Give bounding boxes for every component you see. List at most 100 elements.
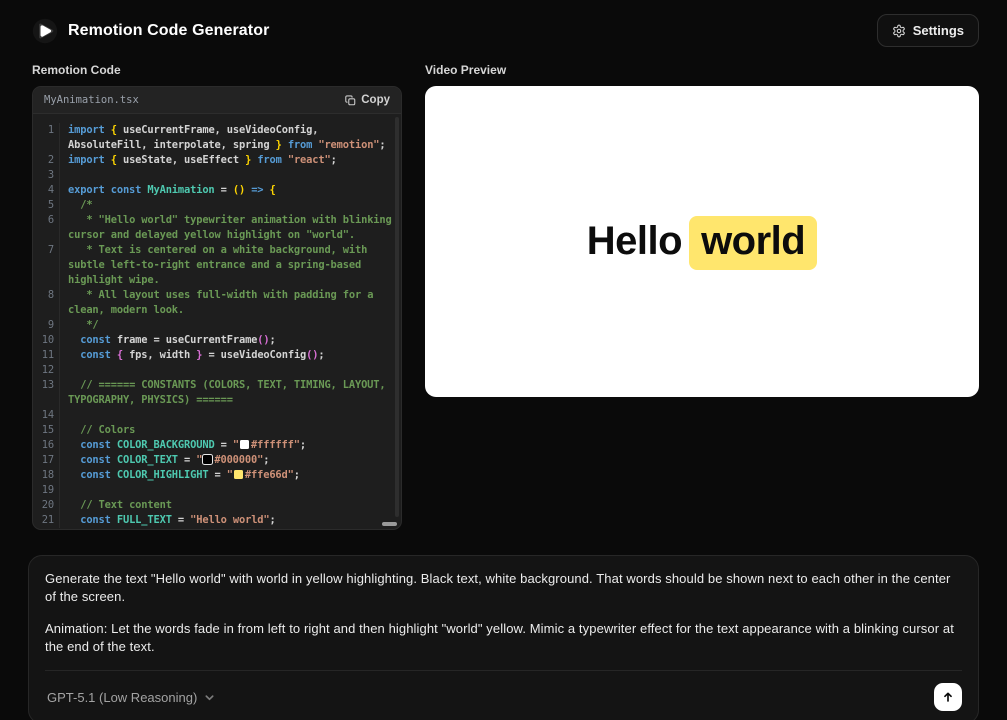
line-content: * "Hello world" typewriter animation wit… — [59, 213, 401, 243]
gear-icon — [892, 24, 906, 38]
code-line: 16 const COLOR_BACKGROUND = "#ffffff"; — [39, 438, 401, 453]
line-number: 6 — [39, 213, 59, 243]
line-number: 18 — [39, 468, 59, 483]
line-content: // Colors — [59, 423, 401, 438]
line-content — [59, 408, 401, 423]
preview-text-plain: Hello — [587, 219, 682, 263]
line-content: const frame = useCurrentFrame(); — [59, 333, 401, 348]
line-content — [59, 168, 401, 183]
line-number: 3 — [39, 168, 59, 183]
code-line: 1import { useCurrentFrame, useVideoConfi… — [39, 123, 401, 153]
line-content: const COLOR_HIGHLIGHT = "#ffe66d"; — [59, 468, 401, 483]
line-content: import { useCurrentFrame, useVideoConfig… — [59, 123, 401, 153]
code-line: 7 * Text is centered on a white backgrou… — [39, 243, 401, 288]
line-number: 21 — [39, 513, 59, 528]
line-number: 14 — [39, 408, 59, 423]
code-line: 4export const MyAnimation = () => { — [39, 183, 401, 198]
preview-text: Helloworld — [587, 219, 817, 264]
line-number: 1 — [39, 123, 59, 153]
brand: Remotion Code Generator — [32, 18, 269, 44]
color-swatch-icon — [203, 455, 212, 464]
line-content: // ====== CONSTANTS (COLORS, TEXT, TIMIN… — [59, 378, 401, 408]
code-column: Remotion Code MyAnimation.tsx Copy 1impo… — [32, 63, 402, 530]
line-number: 8 — [39, 288, 59, 318]
line-number: 7 — [39, 243, 59, 288]
copy-icon — [345, 95, 356, 106]
preview-text-highlighted: world — [689, 216, 817, 270]
model-label: GPT-5.1 (Low Reasoning) — [47, 690, 197, 705]
code-line: 17 const COLOR_TEXT = "#000000"; — [39, 453, 401, 468]
code-line: 19 — [39, 483, 401, 498]
line-content — [59, 363, 401, 378]
settings-label: Settings — [913, 23, 964, 38]
settings-button[interactable]: Settings — [877, 14, 979, 47]
code-line: 14 — [39, 408, 401, 423]
line-number: 2 — [39, 153, 59, 168]
code-line: 11 const { fps, width } = useVideoConfig… — [39, 348, 401, 363]
line-number: 20 — [39, 498, 59, 513]
line-content: const COLOR_BACKGROUND = "#ffffff"; — [59, 438, 401, 453]
line-content: // Text content — [59, 498, 401, 513]
code-line: 5 /* — [39, 198, 401, 213]
line-content: */ — [59, 318, 401, 333]
code-line: 15 // Colors — [39, 423, 401, 438]
code-line: 3 — [39, 168, 401, 183]
line-number: 15 — [39, 423, 59, 438]
line-content: * Text is centered on a white background… — [59, 243, 401, 288]
copy-button[interactable]: Copy — [345, 94, 390, 106]
prompt-composer: Generate the text "Hello world" with wor… — [28, 555, 979, 720]
line-number: 17 — [39, 453, 59, 468]
line-number: 11 — [39, 348, 59, 363]
code-line: 9 */ — [39, 318, 401, 333]
horizontal-scrollbar[interactable] — [382, 522, 397, 526]
app-header: Remotion Code Generator Settings — [0, 0, 1007, 57]
code-line: 20 // Text content — [39, 498, 401, 513]
editor-tab-bar: MyAnimation.tsx Copy — [33, 87, 401, 114]
main-content: Remotion Code MyAnimation.tsx Copy 1impo… — [0, 57, 1007, 530]
page-title: Remotion Code Generator — [68, 22, 269, 40]
line-content: * All layout uses full-width with paddin… — [59, 288, 401, 318]
line-number: 16 — [39, 438, 59, 453]
video-preview: Helloworld — [425, 86, 979, 397]
line-number: 12 — [39, 363, 59, 378]
prompt-input[interactable]: Generate the text "Hello world" with wor… — [45, 570, 962, 655]
vertical-scrollbar[interactable] — [395, 117, 399, 517]
code-line: 10 const frame = useCurrentFrame(); — [39, 333, 401, 348]
code-line: 18 const COLOR_HIGHLIGHT = "#ffe66d"; — [39, 468, 401, 483]
line-content: export const MyAnimation = () => { — [59, 183, 401, 198]
code-line: 2import { useState, useEffect } from "re… — [39, 153, 401, 168]
line-content: const FULL_TEXT = "Hello world"; — [59, 513, 401, 528]
remotion-logo-icon — [32, 18, 58, 44]
line-number: 10 — [39, 333, 59, 348]
code-line: 8 * All layout uses full-width with padd… — [39, 288, 401, 318]
line-number: 13 — [39, 378, 59, 408]
prompt-footer: GPT-5.1 (Low Reasoning) — [45, 671, 962, 711]
line-number: 5 — [39, 198, 59, 213]
send-button[interactable] — [934, 683, 962, 711]
line-content — [59, 483, 401, 498]
copy-label: Copy — [361, 94, 390, 106]
code-line: 13 // ====== CONSTANTS (COLORS, TEXT, TI… — [39, 378, 401, 408]
code-content: 1import { useCurrentFrame, useVideoConfi… — [33, 114, 401, 530]
file-tab: MyAnimation.tsx — [44, 94, 139, 106]
color-swatch-icon — [240, 440, 249, 449]
chevron-down-icon — [204, 692, 215, 703]
arrow-up-icon — [941, 690, 955, 704]
code-line: 6 * "Hello world" typewriter animation w… — [39, 213, 401, 243]
code-section-label: Remotion Code — [32, 63, 402, 77]
prompt-paragraph-2: Animation: Let the words fade in from le… — [45, 620, 962, 655]
line-content: const { fps, width } = useVideoConfig(); — [59, 348, 401, 363]
code-line: 12 — [39, 363, 401, 378]
line-number: 19 — [39, 483, 59, 498]
line-number: 4 — [39, 183, 59, 198]
line-number: 9 — [39, 318, 59, 333]
color-swatch-icon — [234, 470, 243, 479]
preview-section-label: Video Preview — [425, 63, 979, 77]
preview-column: Video Preview Helloworld — [425, 63, 979, 530]
line-content: import { useState, useEffect } from "rea… — [59, 153, 401, 168]
code-editor[interactable]: MyAnimation.tsx Copy 1import { useCurren… — [32, 86, 402, 530]
line-content: const COLOR_TEXT = "#000000"; — [59, 453, 401, 468]
line-content: /* — [59, 198, 401, 213]
code-line: 21 const FULL_TEXT = "Hello world"; — [39, 513, 401, 528]
model-selector[interactable]: GPT-5.1 (Low Reasoning) — [45, 686, 217, 709]
